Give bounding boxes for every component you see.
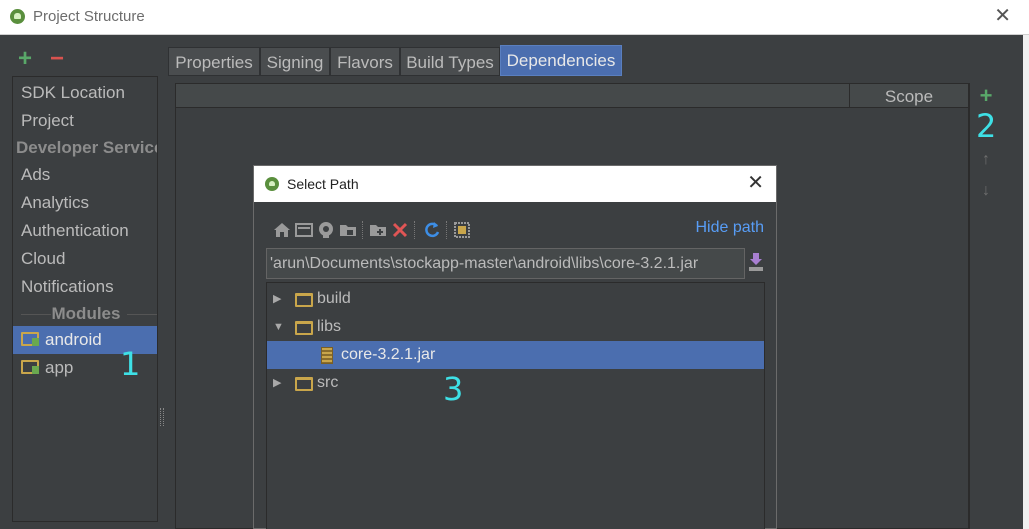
file-chooser-toolbar xyxy=(272,218,552,242)
expand-arrow-icon[interactable]: ▶ xyxy=(273,285,281,313)
sidebar-item-ads[interactable]: Ads xyxy=(13,161,157,189)
table-header: Scope xyxy=(176,84,968,108)
remove-icon[interactable]: − xyxy=(50,46,64,72)
home-icon[interactable] xyxy=(272,220,292,240)
toolbar-separator xyxy=(414,221,415,239)
folder-icon xyxy=(295,293,313,307)
dialog-title-bar: Select Path ✕ xyxy=(254,166,776,202)
toolbar-separator xyxy=(362,221,363,239)
tab-flavors[interactable]: Flavors xyxy=(330,47,400,76)
refresh-icon[interactable] xyxy=(422,220,442,240)
tree-node-build[interactable]: ▶ build xyxy=(267,285,764,313)
add-icon[interactable]: + xyxy=(18,46,32,72)
dialog-title: Select Path xyxy=(287,176,359,192)
expand-arrow-icon[interactable]: ▶ xyxy=(273,369,281,397)
path-input[interactable]: 'arun\Documents\stockapp-master\android\… xyxy=(266,248,745,279)
collapse-arrow-icon[interactable]: ▼ xyxy=(273,313,284,341)
sidebar-item-notifications[interactable]: Notifications xyxy=(13,273,157,301)
window-title-bar: Project Structure ✕ xyxy=(0,0,1029,35)
move-down-icon[interactable]: ↓ xyxy=(978,181,994,201)
module-folder-icon[interactable] xyxy=(338,220,358,240)
sidebar-section-modules: Modules xyxy=(13,300,157,328)
select-path-dialog: Select Path ✕ Hide path 'arun\Documents\… xyxy=(253,165,777,529)
browse-history-icon[interactable] xyxy=(748,252,764,272)
tree-node-label: src xyxy=(317,374,339,391)
move-up-icon[interactable]: ↑ xyxy=(978,150,994,170)
sidebar-item-cloud[interactable]: Cloud xyxy=(13,245,157,273)
tab-build-types[interactable]: Build Types xyxy=(400,47,500,76)
toolbar-separator xyxy=(446,221,447,239)
tree-node-label: build xyxy=(317,290,351,307)
annotation-3: 3 xyxy=(443,370,464,408)
annotation-1: 1 xyxy=(120,345,141,383)
module-label: android xyxy=(45,330,102,349)
tab-properties[interactable]: Properties xyxy=(168,47,260,76)
android-studio-icon xyxy=(10,9,25,24)
close-icon[interactable]: ✕ xyxy=(994,6,1011,26)
tree-node-core-jar[interactable]: core-3.2.1.jar xyxy=(267,341,764,369)
left-toolbar: + − xyxy=(12,46,162,72)
tab-dependencies[interactable]: Dependencies xyxy=(500,45,622,76)
splitter-handle[interactable] xyxy=(160,408,164,426)
window-edge xyxy=(1023,35,1029,529)
tree-node-label: core-3.2.1.jar xyxy=(341,346,436,363)
desktop-icon[interactable] xyxy=(294,220,314,240)
sidebar-item-analytics[interactable]: Analytics xyxy=(13,189,157,217)
file-tree: ▶ build ▼ libs core-3.2.1.jar ▶ src xyxy=(266,282,765,529)
module-icon xyxy=(21,360,39,374)
hide-path-link[interactable]: Hide path xyxy=(696,219,765,237)
modules-label: Modules xyxy=(51,304,121,323)
module-icon xyxy=(21,332,39,346)
add-dependency-icon[interactable]: + xyxy=(978,85,994,107)
folder-icon xyxy=(295,377,313,391)
project-icon[interactable] xyxy=(316,220,336,240)
close-icon[interactable]: ✕ xyxy=(747,173,764,193)
column-header-scope[interactable]: Scope xyxy=(849,84,968,108)
delete-icon[interactable] xyxy=(390,220,410,240)
sidebar-section-developer-services: Developer Service xyxy=(16,138,158,157)
module-label: app xyxy=(45,358,74,377)
sidebar-item-project[interactable]: Project xyxy=(13,107,157,135)
android-studio-icon xyxy=(265,177,279,191)
settings-sidebar: SDK Location Project Developer Service A… xyxy=(12,76,158,522)
tree-node-libs[interactable]: ▼ libs xyxy=(267,313,764,341)
tree-node-label: libs xyxy=(317,318,342,335)
tab-signing[interactable]: Signing xyxy=(260,47,330,76)
jar-icon xyxy=(321,347,333,364)
dependency-tools: + ↑ ↓ xyxy=(969,83,1001,529)
sidebar-item-sdk-location[interactable]: SDK Location xyxy=(13,79,157,107)
annotation-2: 2 xyxy=(976,107,997,145)
folder-icon xyxy=(295,321,313,335)
tree-node-src[interactable]: ▶ src xyxy=(267,369,764,397)
show-hidden-icon[interactable] xyxy=(452,220,472,240)
window-title: Project Structure xyxy=(33,8,145,25)
new-folder-icon[interactable] xyxy=(368,220,388,240)
sidebar-item-authentication[interactable]: Authentication xyxy=(13,217,157,245)
